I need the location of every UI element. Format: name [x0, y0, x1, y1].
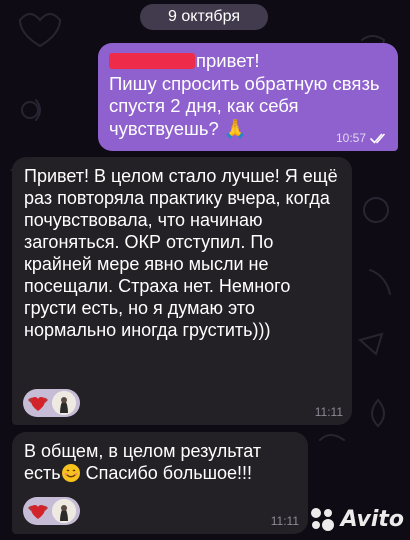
message-time: 10:57: [335, 131, 366, 145]
message-time: 11:11: [314, 405, 343, 419]
avito-watermark: Avito: [307, 504, 404, 534]
avito-logo-icon: [310, 508, 334, 531]
message-text-part: Спасибо большое!!!: [80, 463, 253, 483]
reactions-pill[interactable]: [23, 497, 80, 525]
incoming-message-bubble[interactable]: В общем, в целом результат есть Спасибо …: [12, 432, 308, 534]
message-meta: 11:11: [315, 405, 343, 419]
read-checkmarks-icon: [370, 133, 385, 144]
message-text: В общем, в целом результат есть Спасибо …: [24, 440, 296, 484]
outgoing-message-bubble[interactable]: привет! Пишу спросить обратную связь спу…: [98, 43, 398, 151]
user-avatar: [52, 391, 76, 415]
date-separator: 9 октября: [140, 4, 268, 30]
heart-with-wings-icon: [28, 505, 48, 519]
reactions-pill[interactable]: [23, 389, 80, 417]
message-time: 11:11: [270, 514, 299, 528]
message-meta: 10:57: [336, 131, 388, 145]
smiling-face-icon: [61, 464, 80, 482]
incoming-message-bubble[interactable]: Привет! В целом стало лучше! Я ещё раз п…: [12, 157, 352, 425]
redacted-name: [109, 53, 195, 69]
avito-watermark-text: Avito: [340, 506, 404, 532]
heart-with-wings-icon: [28, 397, 48, 411]
message-text: Привет! В целом стало лучше! Я ещё раз п…: [24, 166, 338, 340]
user-avatar: [52, 499, 76, 523]
message-meta: 11:11: [271, 514, 299, 528]
message-text: привет! Пишу спросить обратную связь спу…: [109, 50, 388, 140]
